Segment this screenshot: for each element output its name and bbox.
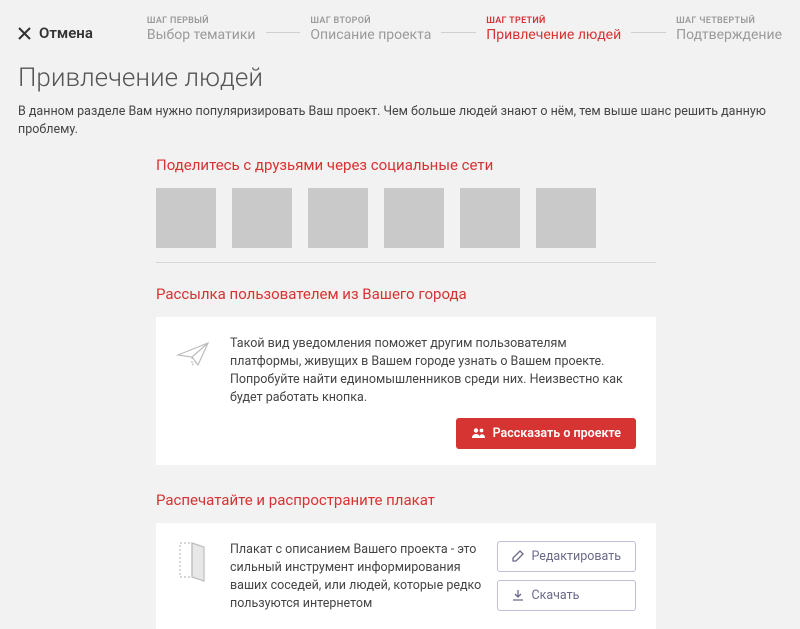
divider: [156, 262, 656, 263]
cancel-button[interactable]: Отмена: [18, 16, 93, 42]
step-title: Описание проекта: [310, 27, 431, 43]
header: Отмена ШАГ ПЕРВЫЙ Выбор тематики ШАГ ВТО…: [0, 0, 800, 43]
close-icon: [18, 27, 31, 40]
section-title-city: Рассылка пользователем из Вашего города: [156, 285, 656, 303]
city-broadcast-text: Такой вид уведомления поможет другим пол…: [230, 335, 636, 408]
poster-text: Плакат с описанием Вашего проекта - это …: [230, 541, 481, 614]
edit-poster-button[interactable]: Редактировать: [497, 541, 636, 572]
social-share-box[interactable]: [308, 188, 368, 248]
step-1[interactable]: ШАГ ПЕРВЫЙ Выбор тематики: [147, 16, 256, 43]
city-broadcast-card: Такой вид уведомления поможет другим пол…: [156, 317, 656, 465]
tell-about-project-button[interactable]: Рассказать о проекте: [456, 418, 636, 449]
social-share-box[interactable]: [232, 188, 292, 248]
poster-icon: [174, 541, 214, 581]
download-icon: [512, 589, 524, 601]
stepper: ШАГ ПЕРВЫЙ Выбор тематики ШАГ ВТОРОЙ Опи…: [147, 16, 782, 43]
people-icon: [471, 427, 486, 439]
social-share-box[interactable]: [156, 188, 216, 248]
button-label: Редактировать: [531, 549, 621, 564]
poster-card: Плакат с описанием Вашего проекта - это …: [156, 523, 656, 629]
social-share-box[interactable]: [384, 188, 444, 248]
main-content: Поделитесь с друзьями через социальные с…: [156, 156, 656, 629]
step-title: Выбор тематики: [147, 27, 256, 43]
step-label: ШАГ ВТОРОЙ: [310, 16, 431, 26]
pencil-icon: [512, 550, 524, 562]
section-title-social: Поделитесь с друзьями через социальные с…: [156, 156, 656, 174]
social-share-box[interactable]: [460, 188, 520, 248]
step-2[interactable]: ШАГ ВТОРОЙ Описание проекта: [310, 16, 431, 43]
section-title-poster: Распечатайте и распространите плакат: [156, 491, 656, 509]
paper-plane-icon: [174, 335, 214, 375]
step-label: ШАГ ТРЕТИЙ: [486, 16, 621, 26]
step-label: ШАГ ЧЕТВЕРТЫЙ: [676, 16, 782, 26]
button-label: Скачать: [531, 588, 579, 603]
step-separator: [631, 32, 666, 33]
step-4[interactable]: ШАГ ЧЕТВЕРТЫЙ Подтверждение: [676, 16, 782, 43]
social-share-box[interactable]: [536, 188, 596, 248]
download-poster-button[interactable]: Скачать: [497, 580, 636, 611]
step-separator: [441, 32, 476, 33]
cancel-label: Отмена: [39, 24, 93, 42]
step-title: Привлечение людей: [486, 27, 621, 43]
page-description: В данном разделе Вам нужно популяризиров…: [18, 103, 782, 138]
social-row: [156, 188, 656, 248]
step-title: Подтверждение: [676, 27, 782, 43]
step-label: ШАГ ПЕРВЫЙ: [147, 16, 256, 26]
step-separator: [266, 32, 301, 33]
page-title: Привлечение людей: [18, 63, 800, 93]
step-3[interactable]: ШАГ ТРЕТИЙ Привлечение людей: [486, 16, 621, 43]
button-label: Рассказать о проекте: [493, 426, 621, 441]
